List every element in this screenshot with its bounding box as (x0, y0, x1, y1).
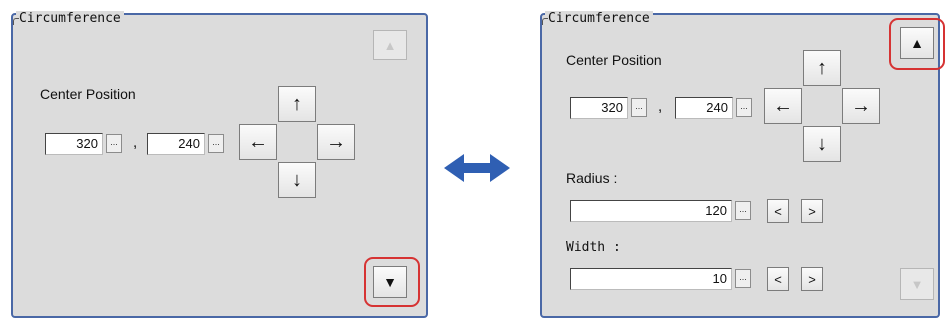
arrow-up-icon: ↑ (817, 56, 827, 79)
left-move-up-button[interactable]: ↑ (278, 86, 316, 122)
right-center-y-input[interactable]: 240 (675, 97, 733, 119)
left-scroll-up-button[interactable]: ▲ (373, 30, 407, 60)
right-radius-decrement-button[interactable]: < (767, 199, 789, 223)
left-panel-title: Circumference (13, 11, 124, 27)
left-coordinate-separator: , (133, 134, 138, 151)
arrow-down-icon: ↓ (817, 132, 827, 155)
right-radius-increment-button[interactable]: > (801, 199, 823, 223)
right-center-x-dots-button[interactable]: ... (631, 98, 647, 117)
right-move-right-button[interactable]: → (842, 88, 880, 124)
right-width-field[interactable]: 10 ... (570, 268, 760, 290)
arrow-left-icon: ← (248, 130, 268, 153)
right-coordinate-separator: , (658, 98, 663, 115)
left-center-y-input[interactable]: 240 (147, 133, 205, 155)
triangle-down-icon: ▼ (910, 276, 924, 292)
right-width-dots-button[interactable]: ... (735, 269, 751, 288)
chevron-left-icon: < (774, 203, 782, 219)
right-move-left-button[interactable]: ← (764, 88, 802, 124)
chevron-right-icon: > (808, 203, 816, 219)
right-width-decrement-button[interactable]: < (767, 267, 789, 291)
left-center-y-dots-button[interactable]: ... (208, 134, 224, 153)
right-move-up-button[interactable]: ↑ (803, 50, 841, 86)
arrow-down-icon: ↓ (292, 168, 302, 191)
right-width-label: Width : (566, 240, 621, 255)
left-center-y-field[interactable]: 240 ... (147, 133, 232, 155)
left-move-down-button[interactable]: ↓ (278, 162, 316, 198)
left-center-position-label: Center Position (40, 86, 136, 102)
right-radius-dots-button[interactable]: ... (735, 201, 751, 220)
right-width-input[interactable]: 10 (570, 268, 732, 290)
left-center-x-input[interactable]: 320 (45, 133, 103, 155)
chevron-left-icon: < (774, 271, 782, 287)
right-move-down-button[interactable]: ↓ (803, 126, 841, 162)
left-scroll-down-highlight (364, 257, 420, 307)
arrow-up-icon: ↑ (292, 92, 302, 115)
right-center-position-label: Center Position (566, 52, 662, 68)
right-radius-input[interactable]: 120 (570, 200, 732, 222)
left-center-x-dots-button[interactable]: ... (106, 134, 122, 153)
arrow-left-icon: ← (773, 94, 793, 117)
triangle-up-icon: ▲ (383, 37, 397, 53)
right-center-x-field[interactable]: 320 ... (570, 97, 655, 119)
left-move-left-button[interactable]: ← (239, 124, 277, 160)
arrow-right-icon: → (851, 94, 871, 117)
right-scroll-up-highlight (889, 18, 945, 70)
right-center-y-field[interactable]: 240 ... (675, 97, 760, 119)
right-radius-label: Radius : (566, 170, 618, 186)
chevron-right-icon: > (808, 271, 816, 287)
right-width-increment-button[interactable]: > (801, 267, 823, 291)
right-center-x-input[interactable]: 320 (570, 97, 628, 119)
right-center-y-dots-button[interactable]: ... (736, 98, 752, 117)
right-scroll-down-button[interactable]: ▼ (900, 268, 934, 300)
right-radius-field[interactable]: 120 ... (570, 200, 760, 222)
arrow-right-icon: → (326, 130, 346, 153)
right-panel-title: Circumference (542, 11, 653, 27)
left-center-x-field[interactable]: 320 ... (45, 133, 130, 155)
left-move-right-button[interactable]: → (317, 124, 355, 160)
double-headed-arrow-icon (444, 154, 510, 182)
